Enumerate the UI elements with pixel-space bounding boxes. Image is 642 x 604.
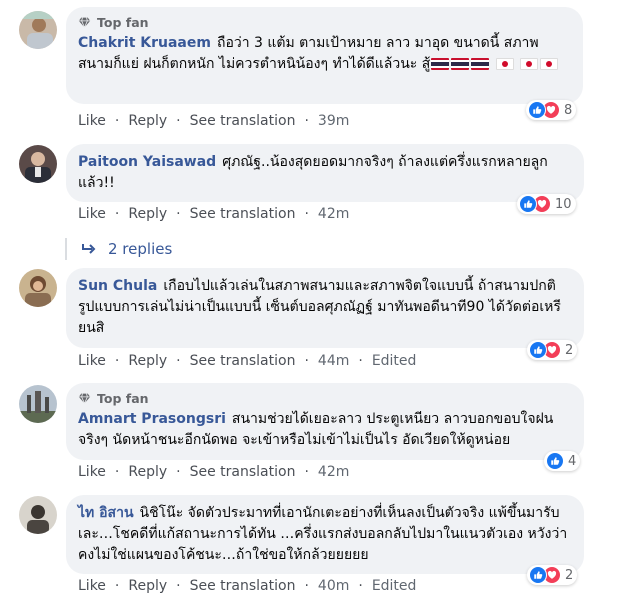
edited-label[interactable]: Edited xyxy=(372,353,417,369)
comment-bubble: Top fan Amnart Prasongsri สนามช่วยได้เยอะ… xyxy=(66,383,584,460)
japan-flag-icon xyxy=(520,58,539,70)
comment-bubble: Sun Chula เกือบไปแล้วเล่นในสภาพสนามและสภา… xyxy=(66,268,584,348)
like-button[interactable]: Like xyxy=(78,113,106,129)
japan-flag-icon xyxy=(495,58,514,70)
avatar[interactable] xyxy=(19,269,57,307)
like-reaction-icon xyxy=(519,195,537,213)
comment-bubble: Paitoon Yaisawad ศุภณัฐ..น้องสุดยอดมากจริ… xyxy=(66,144,584,202)
reaction-number: 10 xyxy=(555,196,572,212)
edited-label[interactable]: Edited xyxy=(372,578,417,594)
timestamp[interactable]: 40m xyxy=(318,578,349,594)
comment-author[interactable]: Chakrit Kruaaem xyxy=(78,35,211,51)
reaction-count[interactable]: 8 xyxy=(526,100,577,120)
comment-actions: Like · Reply · See translation · 44m · Edite… xyxy=(78,353,417,369)
comment-actions: Like · Reply · See translation · 40m · Edite… xyxy=(78,578,417,594)
view-replies-link[interactable]: 2 replies xyxy=(82,240,172,258)
reply-arrow-icon xyxy=(82,244,96,254)
like-reaction-icon xyxy=(529,341,547,359)
like-button[interactable]: Like xyxy=(78,353,106,369)
see-translation-link[interactable]: See translation xyxy=(190,353,296,369)
diamond-icon xyxy=(78,392,91,405)
thailand-flag-icon xyxy=(471,58,490,70)
top-fan-label: Top fan xyxy=(97,391,149,406)
timestamp[interactable]: 44m xyxy=(318,353,349,369)
reaction-number: 4 xyxy=(568,453,577,469)
like-reaction-icon xyxy=(546,452,564,470)
avatar[interactable] xyxy=(19,145,57,183)
avatar[interactable] xyxy=(19,11,57,49)
reply-button[interactable]: Reply xyxy=(128,464,167,480)
thailand-flag-icon xyxy=(451,58,470,70)
timestamp[interactable]: 42m xyxy=(318,464,349,480)
reaction-number: 8 xyxy=(564,102,573,118)
comment-actions: Like · Reply · See translation · 42m xyxy=(78,464,350,480)
avatar[interactable] xyxy=(19,496,57,534)
reply-button[interactable]: Reply xyxy=(128,206,167,222)
comment-author[interactable]: Sun Chula xyxy=(78,278,157,294)
top-fan-badge: Top fan xyxy=(78,391,572,406)
replies-count-label[interactable]: 2 replies xyxy=(108,240,172,258)
like-reaction-icon xyxy=(528,101,546,119)
comment-author[interactable]: Amnart Prasongsri xyxy=(78,411,226,427)
diamond-icon xyxy=(78,16,91,29)
reply-button[interactable]: Reply xyxy=(128,353,167,369)
reaction-count[interactable]: 4 xyxy=(544,451,581,471)
japan-flag-icon xyxy=(540,58,559,70)
see-translation-link[interactable]: See translation xyxy=(190,578,296,594)
thailand-flag-icon xyxy=(431,58,450,70)
top-fan-badge: Top fan xyxy=(78,15,571,30)
avatar[interactable] xyxy=(19,385,57,423)
comment-author[interactable]: ไท อิสาน xyxy=(78,505,134,521)
timestamp[interactable]: 39m xyxy=(318,113,349,129)
reaction-count[interactable]: 2 xyxy=(527,565,578,585)
timestamp[interactable]: 42m xyxy=(318,206,349,222)
top-fan-label: Top fan xyxy=(97,15,149,30)
comment-bubble: ไท อิสาน นิชิโน๊ะ จัดตัวประมาทที่เอานักเต… xyxy=(66,495,584,574)
like-button[interactable]: Like xyxy=(78,578,106,594)
comment-text: นิชิโน๊ะ จัดตัวประมาทที่เอานักเตะอย่างที… xyxy=(78,505,568,563)
reaction-number: 2 xyxy=(565,567,574,583)
see-translation-link[interactable]: See translation xyxy=(190,113,296,129)
see-translation-link[interactable]: See translation xyxy=(190,206,296,222)
reaction-count[interactable]: 2 xyxy=(527,340,578,360)
reply-button[interactable]: Reply xyxy=(128,578,167,594)
see-translation-link[interactable]: See translation xyxy=(190,464,296,480)
like-reaction-icon xyxy=(529,566,547,584)
comment-author[interactable]: Paitoon Yaisawad xyxy=(78,154,216,170)
flag-emojis xyxy=(430,56,559,72)
like-button[interactable]: Like xyxy=(78,206,106,222)
comment-actions: Like · Reply · See translation · 42m xyxy=(78,206,350,222)
reaction-number: 2 xyxy=(565,342,574,358)
thread-line xyxy=(65,238,67,260)
reaction-count[interactable]: 10 xyxy=(517,194,576,214)
comment-actions: Like · Reply · See translation · 39m xyxy=(78,113,350,129)
like-button[interactable]: Like xyxy=(78,464,106,480)
comment-bubble: Top fan Chakrit Kruaaem ถือว่า 3 แต้ม ตาม… xyxy=(66,7,583,104)
reply-button[interactable]: Reply xyxy=(128,113,167,129)
